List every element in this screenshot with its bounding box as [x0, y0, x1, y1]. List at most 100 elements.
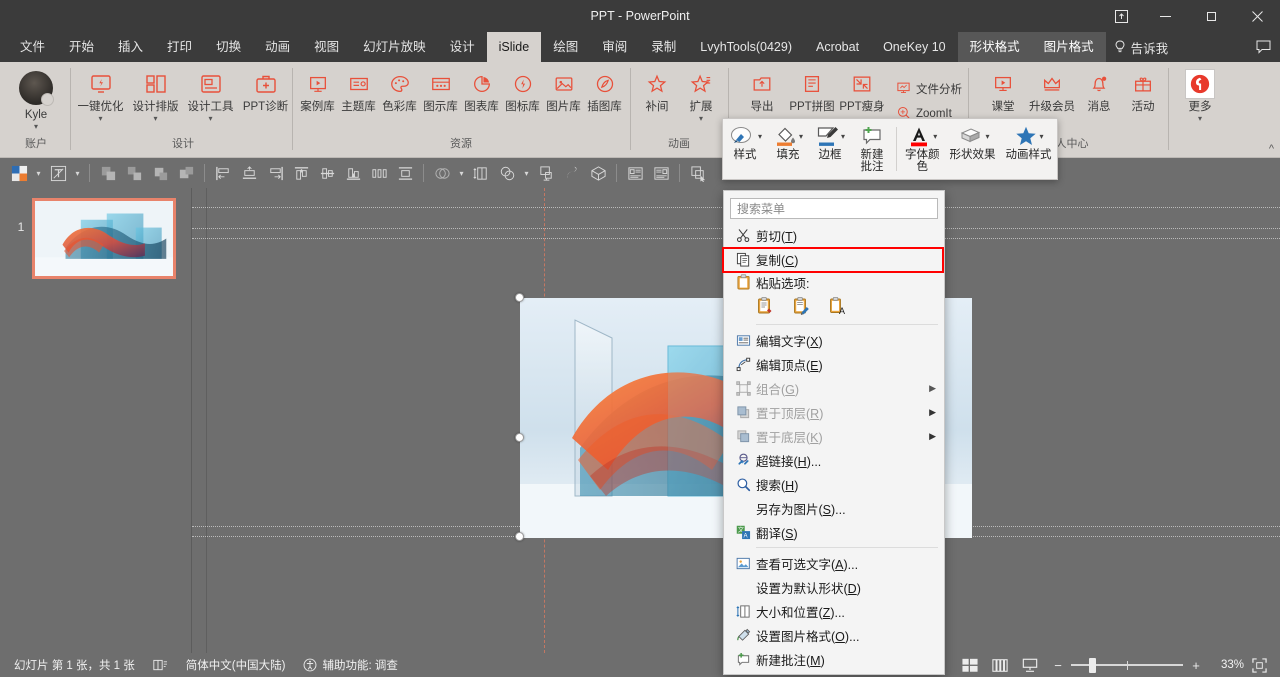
shape-union-icon[interactable]	[494, 160, 520, 186]
context-menu-item-send-to-back[interactable]: 置于底层(K) ▶	[724, 424, 944, 448]
chevron-down-icon[interactable]: ▾	[34, 123, 38, 131]
tab-view[interactable]: 视图	[302, 32, 351, 62]
chevron-down-icon[interactable]: ▾	[455, 160, 468, 186]
merge-shapes-icon[interactable]	[429, 160, 455, 186]
slide-thumbnail[interactable]	[32, 198, 176, 279]
ribbon-button-export[interactable]: 导出	[737, 66, 787, 113]
resize-handle-middle-left[interactable]	[515, 433, 524, 442]
ribbon-button-more[interactable]: 更多 ▾	[1175, 66, 1225, 123]
mini-toolbar-animation-style[interactable]: ▾ 动画样式	[1001, 119, 1057, 179]
chevron-down-icon[interactable]: ▾	[520, 160, 533, 186]
slide-count-status[interactable]: 幻灯片 第 1 张，共 1 张	[10, 655, 139, 675]
align-group-4-icon[interactable]	[173, 160, 199, 186]
chevron-down-icon[interactable]: ▾	[208, 115, 212, 123]
mini-toolbar-shape-style[interactable]: ▾ 样式	[723, 119, 767, 179]
ribbon-button-case-library[interactable]: 案例库	[297, 66, 338, 113]
language-status[interactable]: 简体中文(中国大陆)	[182, 655, 290, 675]
ribbon-button-file-analysis[interactable]: 文件分析	[893, 79, 965, 99]
zoom-slider[interactable]	[1071, 657, 1183, 673]
context-menu-item-group[interactable]: 组合(G) ▶	[724, 376, 944, 400]
minimize-button[interactable]	[1142, 0, 1188, 32]
chevron-down-icon[interactable]: ▾	[933, 132, 937, 141]
mini-toolbar-shape-effects[interactable]: ▾ 形状效果	[945, 119, 1001, 179]
ribbon-button-design-layout[interactable]: 设计排版 ▾	[128, 66, 183, 123]
context-menu-item-hyperlink[interactable]: 超链接(H)...	[724, 448, 944, 472]
context-menu-item-copy[interactable]: 复制(C)	[722, 247, 944, 273]
context-menu-item-set-default-shape[interactable]: 设置为默认形状(D)	[724, 575, 944, 599]
tell-me-box[interactable]: 告诉我	[1106, 32, 1177, 62]
ribbon-button-icon-library[interactable]: 图标库	[502, 66, 543, 113]
resize-handle-bottom-left[interactable]	[515, 532, 524, 541]
ribbon-button-ppt-diagnose[interactable]: PPT诊断	[238, 66, 293, 113]
tab-print[interactable]: 打印	[155, 32, 204, 62]
chevron-down-icon[interactable]: ▾	[758, 132, 762, 141]
align-middle-icon[interactable]	[314, 160, 340, 186]
align-center-icon[interactable]	[236, 160, 262, 186]
context-menu-item-cut[interactable]: 剪切(T)	[724, 223, 944, 247]
ribbon-button-diagram-library[interactable]: 图示库	[420, 66, 461, 113]
maximize-button[interactable]	[1188, 0, 1234, 32]
context-menu-item-view-alt-text[interactable]: 查看可选文字(A)...	[724, 551, 944, 575]
selection-pane-icon[interactable]	[685, 160, 711, 186]
tab-insert[interactable]: 插入	[106, 32, 155, 62]
ribbon-button-upgrade-member[interactable]: 升级会员	[1027, 66, 1077, 113]
ribbon-button-classroom[interactable]: 课堂	[979, 66, 1027, 113]
context-menu-item-format-picture[interactable]: 设置图片格式(O)...	[724, 623, 944, 647]
reading-view-icon[interactable]	[1016, 654, 1044, 676]
tab-file[interactable]: 文件	[8, 32, 57, 62]
align-top-icon[interactable]	[288, 160, 314, 186]
zoom-level-label[interactable]: 33%	[1210, 659, 1244, 671]
ribbon-button-events[interactable]: 活动	[1121, 66, 1165, 113]
slide-thumbnail-item[interactable]: 1	[10, 198, 176, 279]
context-menu-item-edit-text[interactable]: 编辑文字(X)	[724, 328, 944, 352]
align-group-2-icon[interactable]	[121, 160, 147, 186]
zoom-control[interactable]: − +	[1046, 657, 1208, 673]
context-menu-item-new-comment[interactable]: 新建批注(M)	[724, 647, 944, 671]
chevron-down-icon[interactable]: ▾	[841, 132, 845, 141]
context-menu[interactable]: 搜索菜单 剪切(T) 复制(C) 粘贴选项: A 编辑文字(X) 编辑顶点(E)…	[722, 190, 945, 675]
mini-toolbar-font-color[interactable]: ▾ 字体颜 色	[900, 119, 945, 179]
tab-transitions[interactable]: 切换	[204, 32, 253, 62]
text-align-left-icon[interactable]	[622, 160, 648, 186]
ribbon-button-color-library[interactable]: 色彩库	[379, 66, 420, 113]
align-bottom-icon[interactable]	[340, 160, 366, 186]
tab-home[interactable]: 开始	[57, 32, 106, 62]
eyedropper-icon[interactable]	[559, 160, 585, 186]
3d-box-icon[interactable]	[585, 160, 611, 186]
normal-view-icon[interactable]	[956, 654, 984, 676]
tab-design[interactable]: 设计	[438, 32, 487, 62]
align-left-icon[interactable]	[210, 160, 236, 186]
zoom-out-button[interactable]: −	[1052, 658, 1064, 673]
align-right-icon[interactable]	[262, 160, 288, 186]
tab-animations[interactable]: 动画	[253, 32, 302, 62]
slide-thumbnail-panel[interactable]: 1	[0, 188, 192, 653]
chevron-down-icon[interactable]: ▾	[1198, 115, 1202, 123]
ribbon-button-tween[interactable]: 补间	[635, 66, 679, 113]
context-menu-item-save-as-picture[interactable]: 另存为图片(S)...	[724, 496, 944, 520]
size-position-icon[interactable]	[468, 160, 494, 186]
mini-toolbar-fill[interactable]: ▾ 填充	[767, 119, 809, 179]
tab-lvyhtools[interactable]: LvyhTools(0429)	[688, 32, 804, 62]
ribbon-button-extend[interactable]: 扩展 ▾	[679, 66, 723, 123]
tab-acrobat[interactable]: Acrobat	[804, 32, 871, 62]
context-menu-item-search[interactable]: 搜索(H)	[724, 472, 944, 496]
ribbon-display-options-icon[interactable]	[1100, 0, 1142, 32]
account-button[interactable]: Kyle ▾	[6, 66, 66, 131]
tab-shape-format[interactable]: 形状格式	[957, 32, 1032, 62]
context-menu-item-edit-points[interactable]: 编辑顶点(E)	[724, 352, 944, 376]
align-group-1-icon[interactable]	[95, 160, 121, 186]
tab-onekey[interactable]: OneKey 10	[871, 32, 958, 62]
context-menu-item-size-and-position[interactable]: 大小和位置(Z)...	[724, 599, 944, 623]
paste-keep-source-formatting-icon[interactable]	[754, 295, 776, 317]
chevron-down-icon[interactable]: ▾	[98, 115, 102, 123]
ribbon-button-theme-library[interactable]: 主题库	[338, 66, 379, 113]
mini-toolbar-new-comment[interactable]: 新建 批注	[851, 119, 893, 179]
comment-icon[interactable]	[1246, 32, 1280, 62]
crop-icon[interactable]	[533, 160, 559, 186]
text-direction-icon[interactable]	[45, 160, 71, 186]
text-align-right-icon[interactable]	[648, 160, 674, 186]
ribbon-button-messages[interactable]: 消息	[1077, 66, 1121, 113]
theme-colors-icon[interactable]	[6, 160, 32, 186]
tab-record[interactable]: 录制	[639, 32, 688, 62]
context-menu-item-bring-to-front[interactable]: 置于顶层(R) ▶	[724, 400, 944, 424]
